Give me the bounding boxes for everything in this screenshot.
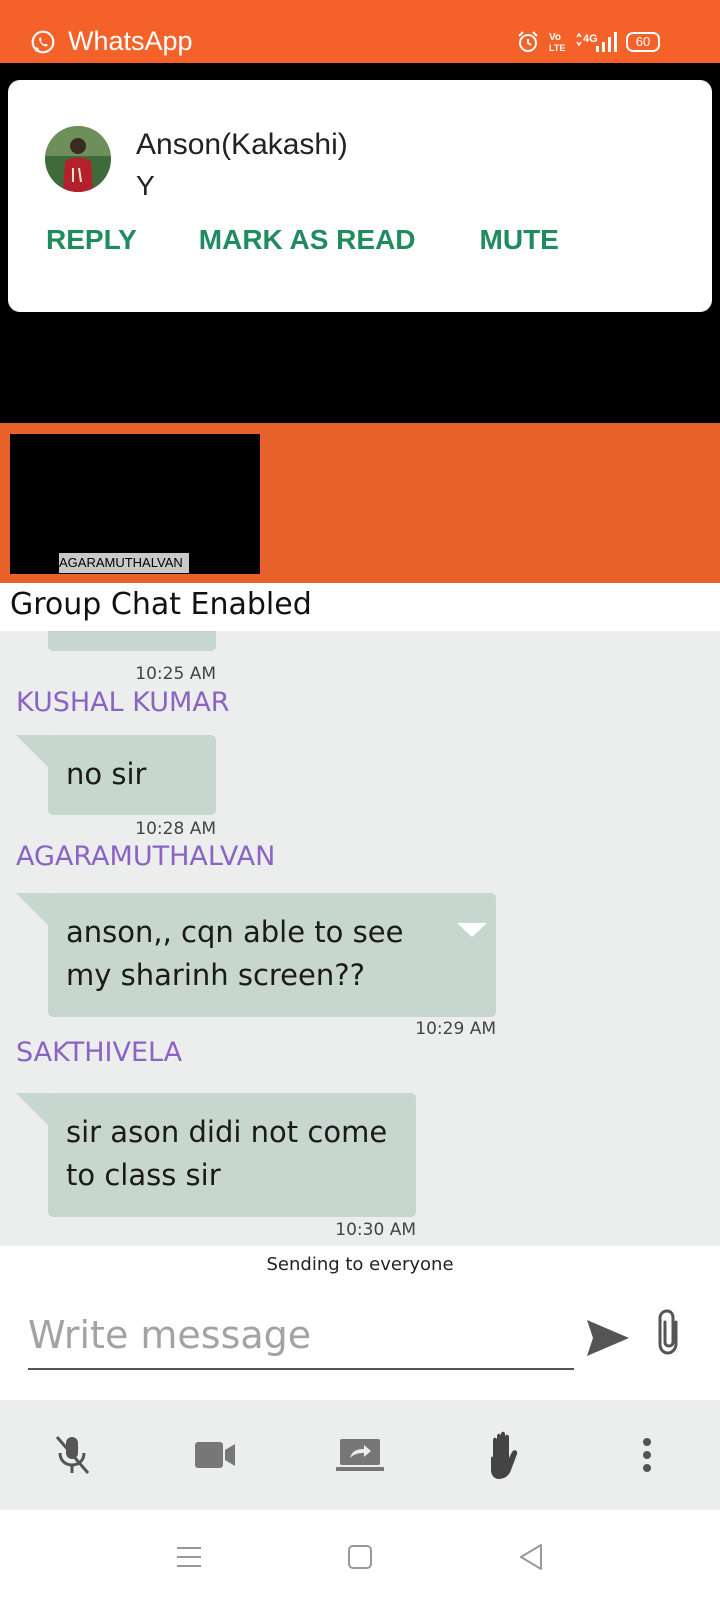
battery-icon: 60 [626, 32, 660, 52]
sending-status: Sending to everyone [266, 1254, 454, 1275]
signal-icon: 4G [576, 32, 617, 52]
reply-button[interactable]: REPLY [46, 224, 137, 256]
volte-icon: Vo LTE [549, 32, 565, 53]
message-time: 10:30 AM [335, 1220, 416, 1240]
more-vert-icon [643, 1438, 651, 1472]
raise-hand-button[interactable] [478, 1430, 528, 1480]
home-icon [348, 1545, 372, 1569]
mute-mic-button[interactable] [47, 1430, 97, 1480]
message-sender: SAKTHIVELA [16, 1037, 183, 1068]
send-button[interactable] [585, 1318, 631, 1358]
message-sender: AGARAMUTHALVAN [16, 841, 276, 872]
notification-message: Y [136, 170, 155, 201]
send-icon [587, 1320, 629, 1356]
attach-icon [658, 1309, 678, 1355]
bubble-tail [16, 893, 50, 927]
message-bubble-partial [48, 631, 216, 651]
notification-card[interactable]: Anson(Kakashi) Y REPLY MARK AS READ MUTE [8, 80, 712, 312]
compose-area: Sending to everyone [0, 1246, 720, 1400]
bubble-tail [16, 735, 50, 769]
mark-as-read-button[interactable]: MARK AS READ [199, 224, 416, 256]
message-text: no sir [66, 757, 147, 791]
message-bubble[interactable]: anson,, cqn able to see my sharinh scree… [48, 893, 496, 1017]
menu-button[interactable] [171, 1542, 207, 1572]
call-toolbar [0, 1400, 720, 1510]
status-icons: Vo LTE 4G 60 [516, 30, 660, 54]
svg-text:Vo: Vo [549, 32, 561, 43]
message-text: to class sir [66, 1158, 221, 1192]
message-time: 10:25 AM [135, 664, 216, 684]
menu-icon [177, 1547, 201, 1567]
status-bar: WhatsApp Vo LTE 4G 60 [0, 0, 720, 63]
message-sender: KUSHAL KUMAR [16, 687, 230, 718]
message-text: anson,, cqn able to see [66, 915, 404, 949]
message-text: my sharinh screen?? [66, 958, 366, 992]
home-button[interactable] [342, 1542, 378, 1572]
video-tile-label: AGARAMUTHALVAN [59, 553, 189, 573]
svg-text:LTE: LTE [549, 43, 565, 53]
raise-hand-icon [491, 1431, 518, 1479]
notification-actions: REPLY MARK AS READ MUTE [46, 224, 559, 256]
status-app: WhatsApp [30, 26, 193, 57]
video-toggle-button[interactable] [191, 1430, 241, 1480]
svg-text:4G: 4G [583, 33, 598, 45]
back-button[interactable] [513, 1542, 549, 1572]
notification-sender: Anson(Kakashi) [136, 128, 348, 161]
message-input[interactable] [28, 1302, 574, 1370]
status-app-name: WhatsApp [68, 26, 193, 56]
message-bubble[interactable]: sir ason didi not come to class sir [48, 1093, 416, 1217]
screen-share-button[interactable] [335, 1430, 385, 1480]
video-camera-icon [195, 1442, 235, 1468]
navigation-bar [0, 1510, 720, 1600]
message-bubble[interactable]: no sir [48, 735, 216, 815]
attach-button[interactable] [651, 1308, 687, 1358]
whatsapp-icon [31, 30, 55, 53]
message-text: sir ason didi not come [66, 1115, 388, 1149]
message-time: 10:29 AM [415, 1019, 496, 1039]
group-chat-title: Group Chat Enabled [10, 587, 312, 622]
alarm-icon [518, 31, 538, 52]
chat-area[interactable]: 10:25 AM KUSHAL KUMAR no sir 10:28 AM AG… [0, 631, 720, 1246]
mic-off-icon [55, 1436, 90, 1474]
group-chat-header: Group Chat Enabled [0, 583, 720, 631]
avatar [45, 126, 111, 192]
mute-button[interactable]: MUTE [480, 224, 559, 256]
back-icon [520, 1544, 542, 1570]
more-options-button[interactable] [622, 1430, 672, 1480]
bubble-tail [16, 1093, 50, 1127]
message-time: 10:28 AM [135, 819, 216, 839]
message-menu-icon[interactable] [457, 923, 487, 937]
screen-share-icon [336, 1439, 384, 1471]
